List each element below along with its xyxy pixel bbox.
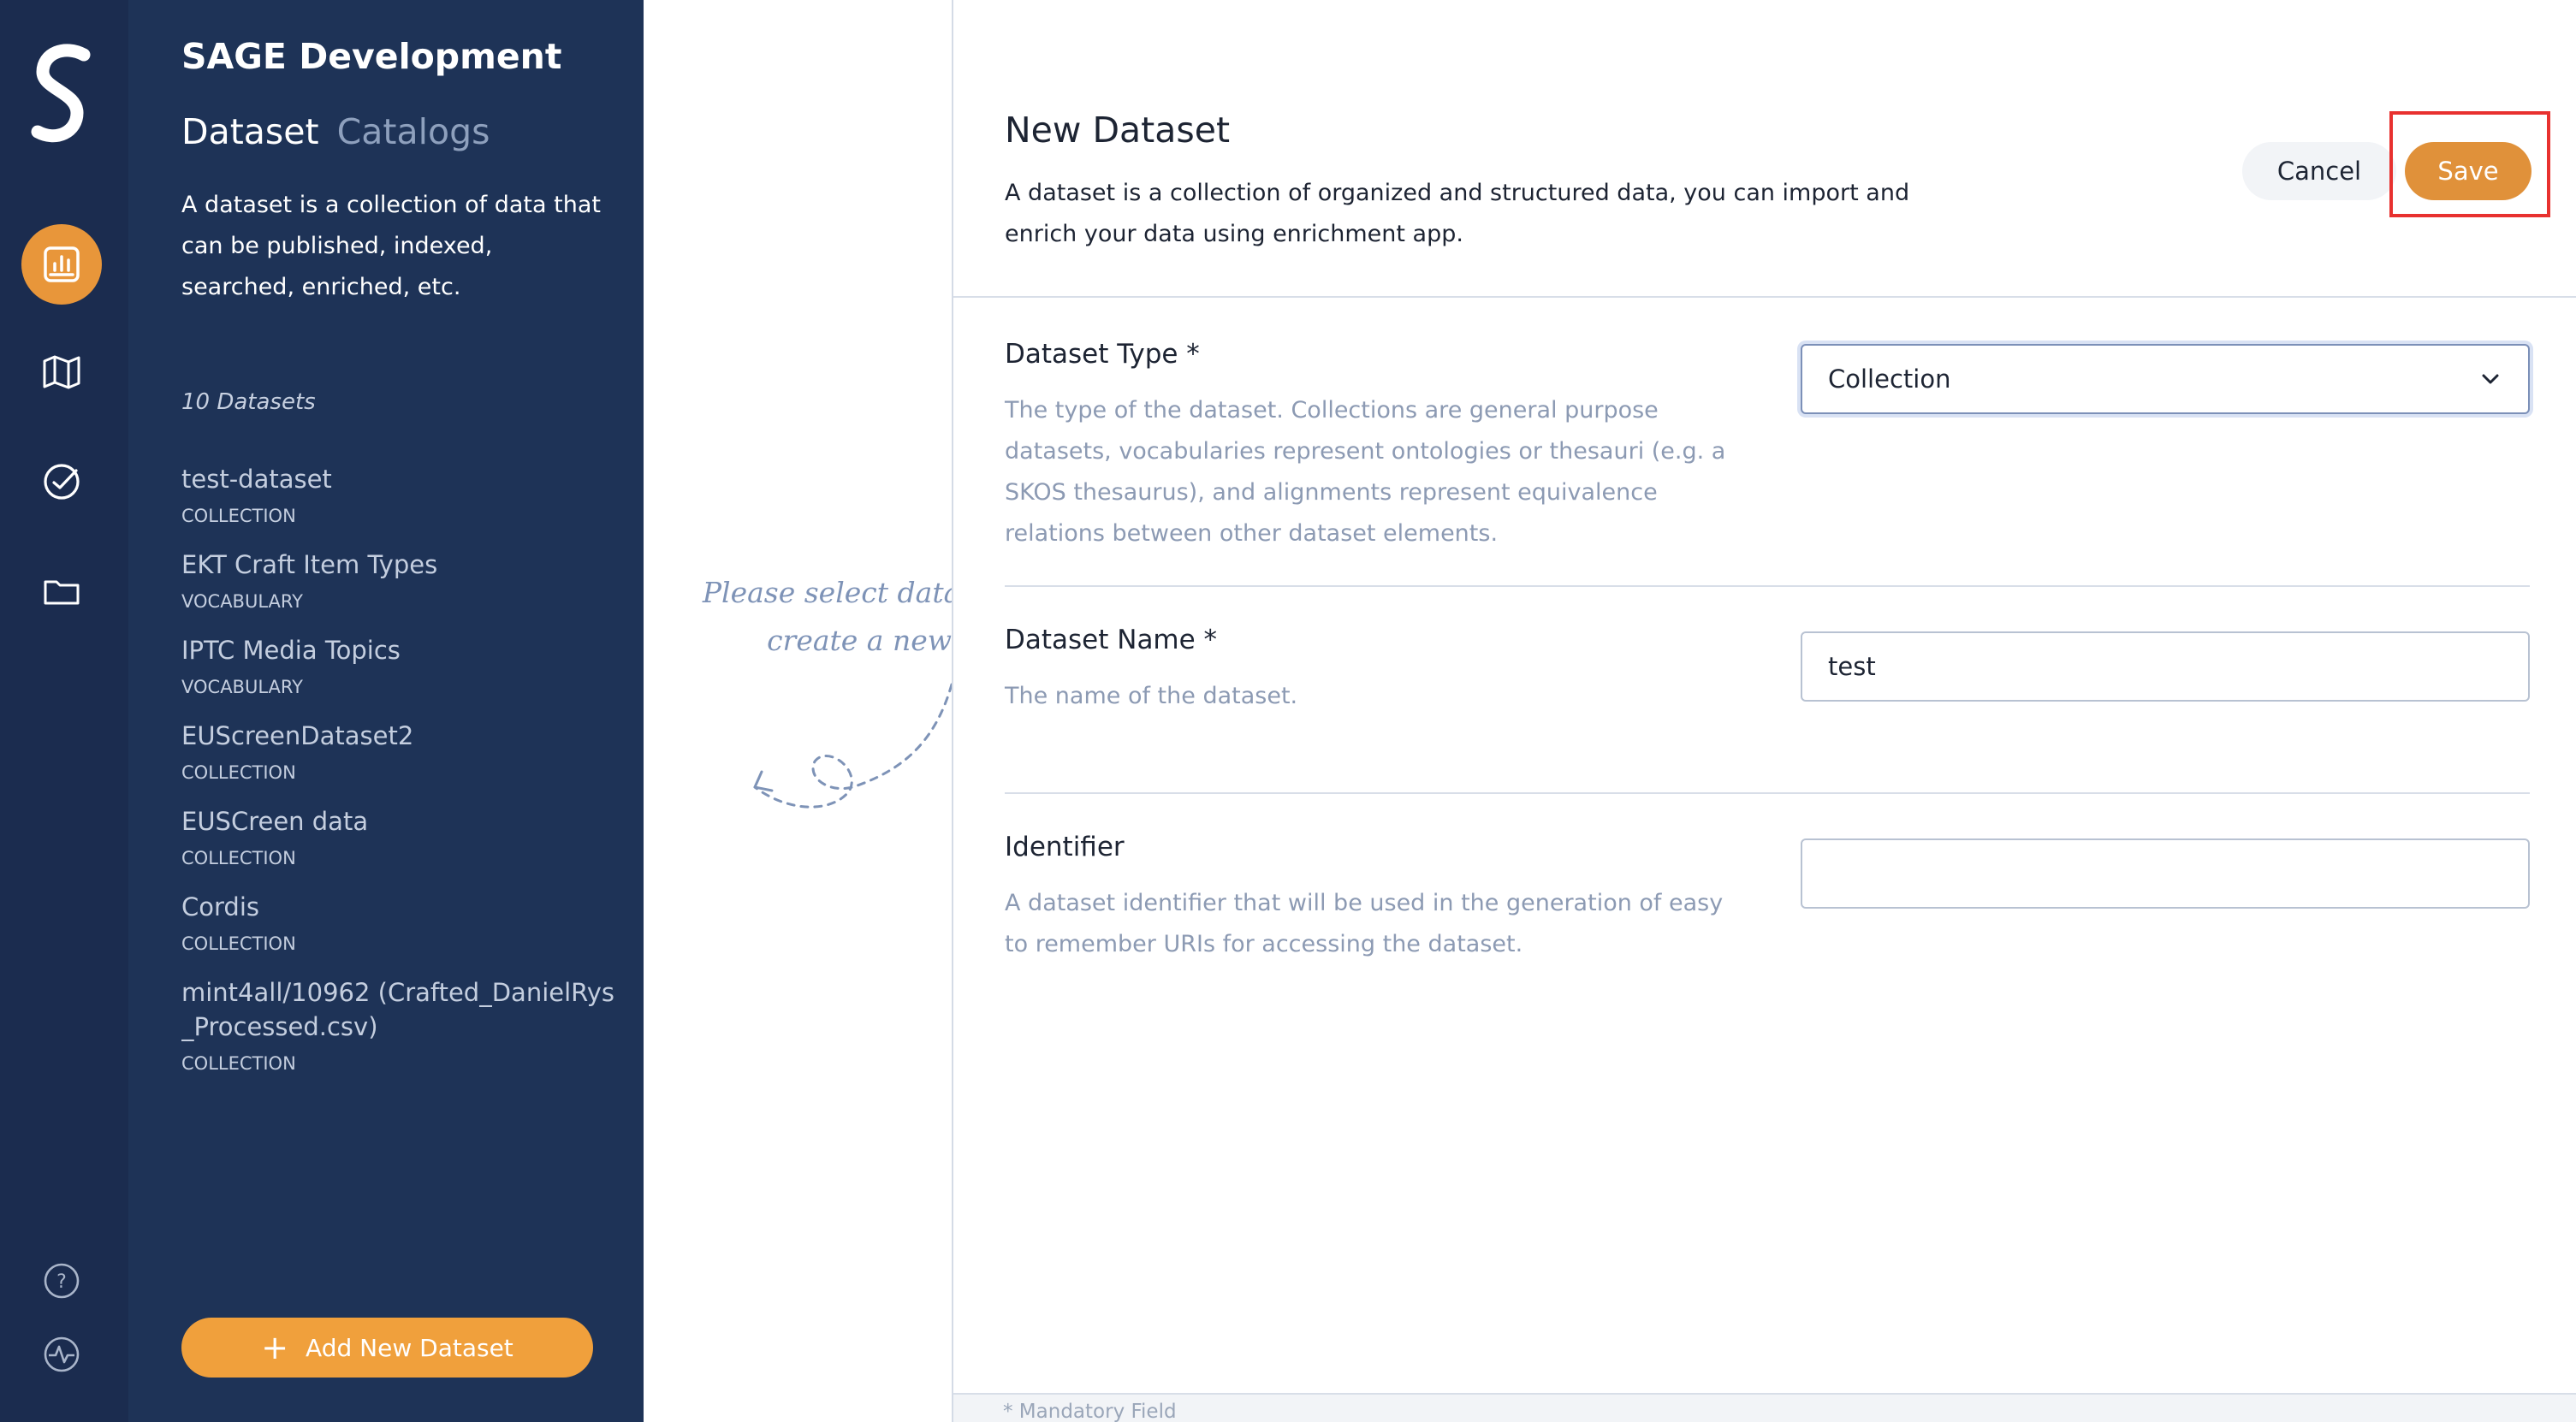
dataset-name: mint4all/10962 (Crafted_DanielRys_Proces… [181, 978, 614, 1041]
dataset-list-item[interactable]: EUScreenDataset2 COLLECTION [181, 719, 626, 787]
sidebar-tabs: Dataset Catalogs [181, 111, 503, 152]
dataset-name-label: Dataset Name * [1005, 625, 1218, 655]
app-title: SAGE Development [181, 36, 562, 77]
empty-state-hint: Please select dataset create a new [644, 569, 952, 665]
form-subtitle: A dataset is a collection of organized a… [1005, 180, 1910, 247]
dataset-name: test-dataset [181, 465, 332, 494]
mandatory-note: * Mandatory Field [1003, 1401, 1177, 1422]
tab-dataset[interactable]: Dataset [181, 111, 319, 152]
activity-icon [44, 1336, 80, 1372]
map-icon [43, 355, 80, 389]
rail-item-datasets[interactable] [21, 224, 102, 305]
identifier-label: Identifier [1005, 832, 1125, 862]
add-new-dataset-button[interactable]: + Add New Dataset [181, 1318, 593, 1378]
tab-catalogs[interactable]: Catalogs [337, 111, 490, 152]
identifier-help: A dataset identifier that will be used i… [1005, 890, 1724, 957]
help-icon: ? [44, 1263, 80, 1299]
dataset-count: 10 Datasets [181, 389, 316, 415]
sidebar-description: A dataset is a collection of data that c… [181, 192, 601, 300]
dataset-type-help: The type of the dataset. Collections are… [1005, 397, 1726, 547]
plus-icon: + [261, 1329, 289, 1366]
empty-state-line-2: create a new [767, 624, 952, 657]
dataset-list-item[interactable]: EUSCreen data COLLECTION [181, 804, 626, 873]
dataset-list-item[interactable]: mint4all/10962 (Crafted_DanielRys_Proces… [181, 975, 626, 1078]
new-dataset-panel: New Dataset A dataset is a collection of… [952, 0, 2576, 1422]
check-circle-icon [44, 464, 80, 500]
dataset-type: COLLECTION [181, 506, 296, 526]
dataset-list: test-dataset COLLECTION EKT Craft Item T… [181, 462, 626, 1095]
dataset-type-value: Collection [1828, 364, 1951, 394]
add-new-dataset-label: Add New Dataset [306, 1333, 513, 1362]
app-root: ? SAGE Development Dataset Catalogs A da… [0, 0, 2576, 1422]
svg-text:?: ? [56, 1271, 67, 1293]
dataset-list-item[interactable]: EKT Craft Item Types VOCABULARY [181, 548, 626, 616]
dataset-type: COLLECTION [181, 762, 296, 783]
dataset-name-input[interactable] [1801, 631, 2530, 702]
rail-item-help[interactable]: ? [21, 1241, 102, 1321]
chevron-down-icon [2482, 374, 2499, 384]
identifier-input[interactable] [1801, 838, 2530, 909]
folder-icon [44, 580, 80, 605]
dataset-type: VOCABULARY [181, 591, 303, 612]
dataset-name: IPTC Media Topics [181, 636, 401, 665]
form-footer: * Mandatory Field [953, 1393, 2576, 1422]
dataset-type: COLLECTION [181, 1053, 296, 1074]
dataset-name: EKT Craft Item Types [181, 550, 438, 579]
field-divider [1005, 585, 2530, 587]
icon-rail: ? [0, 0, 128, 1422]
dataset-name: Cordis [181, 892, 259, 921]
dataset-name: EUScreenDataset2 [181, 721, 414, 750]
form-title: New Dataset [1005, 110, 1231, 151]
empty-state-line-1: Please select dataset [702, 576, 952, 609]
dataset-name-help: The name of the dataset. [1005, 683, 1298, 709]
empty-state-area: Please select dataset create a new [644, 0, 952, 1422]
dataset-sidebar: SAGE Development Dataset Catalogs A data… [128, 0, 644, 1422]
rail-item-tasks[interactable] [21, 441, 102, 522]
datasets-chart-icon [44, 246, 80, 282]
dataset-type: COLLECTION [181, 848, 296, 868]
field-divider [1005, 792, 2530, 794]
sage-logo-icon[interactable] [24, 43, 101, 158]
dataset-type: COLLECTION [181, 933, 296, 954]
dataset-list-item[interactable]: IPTC Media Topics VOCABULARY [181, 633, 626, 702]
dashed-arrow-icon [753, 683, 952, 809]
dataset-type-label: Dataset Type * [1005, 339, 1200, 370]
dataset-name: EUSCreen data [181, 807, 369, 836]
cancel-button[interactable]: Cancel [2242, 142, 2396, 200]
dataset-type-select[interactable]: Collection [1801, 344, 2530, 414]
rail-item-map[interactable] [21, 332, 102, 412]
rail-item-activity[interactable] [21, 1314, 102, 1395]
dataset-list-item[interactable]: Cordis COLLECTION [181, 890, 626, 958]
dataset-type: VOCABULARY [181, 677, 303, 697]
header-divider [953, 296, 2576, 298]
rail-item-files[interactable] [21, 552, 102, 632]
dataset-list-item[interactable]: test-dataset COLLECTION [181, 462, 626, 530]
save-highlight-box [2389, 111, 2550, 217]
